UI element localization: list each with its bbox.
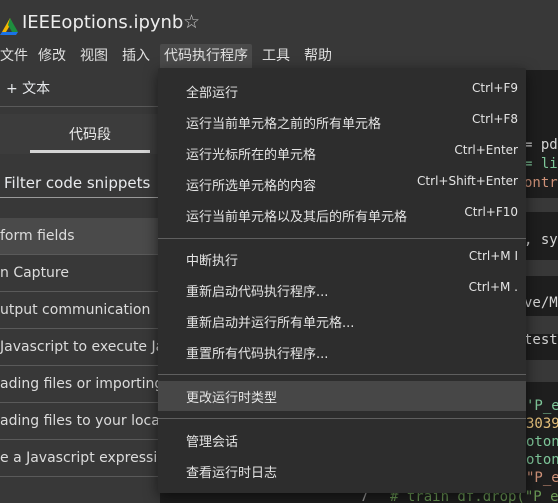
menu-item-restart-run-all[interactable]: 重新启动并运行所有单元格... bbox=[158, 306, 526, 336]
menu-item-label: 管理会话 bbox=[186, 435, 239, 450]
menu-item-run-selection[interactable]: 运行所选单元格的内容 Ctrl+Shift+Enter bbox=[158, 169, 526, 199]
menu-item-label: 运行当前单元格之前的所有单元格 bbox=[186, 117, 382, 132]
colab-logo-icon[interactable] bbox=[0, 14, 20, 36]
code-fragment: 'P_e bbox=[526, 398, 558, 414]
code-fragment: oton bbox=[526, 452, 558, 468]
notebook-title[interactable]: IEEEoptions.ipynb bbox=[22, 12, 183, 33]
tab-underline bbox=[30, 150, 150, 153]
menu-tools[interactable]: 工具 bbox=[258, 44, 294, 70]
snippet-item[interactable]: Javascript to execute Jav bbox=[0, 329, 160, 366]
title-bar: IEEEoptions.ipynb ☆ bbox=[0, 0, 558, 44]
add-text-button[interactable]: + 文本 bbox=[6, 78, 50, 98]
code-fragment: "P_e bbox=[526, 470, 558, 486]
menu-item-change-runtime-type[interactable]: 更改运行时类型 bbox=[158, 381, 526, 411]
snippet-item[interactable]: ading files to your local fil bbox=[0, 403, 160, 440]
code-fragment: = pd bbox=[524, 137, 558, 153]
snippet-item[interactable]: n Capture bbox=[0, 255, 160, 292]
menu-item-label: 重置所有代码执行程序... bbox=[186, 347, 329, 362]
divider bbox=[0, 106, 160, 107]
snippet-item[interactable]: form fields bbox=[0, 218, 160, 255]
menu-item-factory-reset[interactable]: 重置所有代码执行程序... bbox=[158, 337, 526, 367]
menu-item-interrupt[interactable]: 中断执行 Ctrl+M I bbox=[158, 244, 526, 274]
snippet-item[interactable]: e a Javascript expression bbox=[0, 440, 160, 477]
code-fragment: 3039 bbox=[526, 416, 558, 432]
code-fragment: , sy bbox=[524, 232, 558, 248]
menu-item-label: 运行所选单元格的内容 bbox=[186, 179, 317, 194]
menu-edit[interactable]: 修改 bbox=[34, 44, 70, 70]
filter-placeholder: Filter code snippets bbox=[4, 174, 151, 192]
code-fragment: oton bbox=[526, 434, 558, 450]
menu-item-label: 更改运行时类型 bbox=[186, 391, 278, 406]
menu-separator bbox=[158, 238, 526, 239]
menu-item-shortcut: Ctrl+M I bbox=[468, 249, 518, 263]
menu-view[interactable]: 视图 bbox=[76, 44, 112, 70]
menu-separator bbox=[158, 374, 526, 375]
code-fragment: ve/M bbox=[524, 295, 558, 311]
menu-file[interactable]: 文件 bbox=[0, 44, 32, 70]
tab-code-snippets[interactable]: 代码段 bbox=[0, 124, 180, 144]
code-fragment: ontr bbox=[524, 175, 558, 191]
menu-item-restart[interactable]: 重新启动代码执行程序... Ctrl+M . bbox=[158, 275, 526, 305]
menu-item-label: 查看运行时日志 bbox=[186, 466, 278, 481]
snippet-item[interactable]: ading files or importing da bbox=[0, 366, 160, 403]
filter-snippets-input[interactable]: Filter code snippets bbox=[0, 170, 160, 198]
menu-insert[interactable]: 插入 bbox=[118, 44, 154, 70]
menu-item-run-all[interactable]: 全部运行 Ctrl+F9 bbox=[158, 76, 526, 106]
menu-help[interactable]: 帮助 bbox=[300, 44, 336, 70]
snippet-item[interactable]: utput communication bbox=[0, 292, 160, 329]
menu-item-shortcut: Ctrl+M . bbox=[468, 280, 518, 294]
runtime-menu-dropdown: 全部运行 Ctrl+F9 运行当前单元格之前的所有单元格 Ctrl+F8 运行光… bbox=[158, 68, 526, 493]
menu-item-run-focused[interactable]: 运行光标所在的单元格 Ctrl+Enter bbox=[158, 138, 526, 168]
menu-item-label: 重新启动并运行所有单元格... bbox=[186, 316, 355, 331]
code-fragment: = li bbox=[524, 156, 558, 172]
menu-bar: 文件 修改 视图 插入 代码执行程序 工具 帮助 bbox=[0, 44, 558, 70]
menu-item-shortcut: Ctrl+Shift+Enter bbox=[417, 174, 518, 188]
menu-item-label: 重新启动代码执行程序... bbox=[186, 285, 329, 300]
menu-item-run-after[interactable]: 运行当前单元格以及其后的所有单元格 Ctrl+F10 bbox=[158, 200, 526, 230]
code-fragment: test bbox=[524, 332, 558, 348]
menu-item-label: 中断执行 bbox=[186, 254, 239, 269]
menu-item-label: 运行当前单元格以及其后的所有单元格 bbox=[186, 210, 408, 225]
menu-item-shortcut: Ctrl+F8 bbox=[472, 112, 518, 126]
star-icon[interactable]: ☆ bbox=[183, 11, 200, 33]
menu-item-shortcut: Ctrl+Enter bbox=[454, 143, 518, 157]
menu-item-shortcut: Ctrl+F10 bbox=[464, 205, 518, 219]
menu-item-manage-sessions[interactable]: 管理会话 bbox=[158, 425, 526, 455]
menu-separator bbox=[158, 418, 526, 419]
menu-item-run-before[interactable]: 运行当前单元格之前的所有单元格 Ctrl+F8 bbox=[158, 107, 526, 137]
menu-item-shortcut: Ctrl+F9 bbox=[472, 81, 518, 95]
snippets-tab-bar: 代码段 bbox=[0, 114, 160, 154]
snippets-panel: + 文本 代码段 Filter code snippets form field… bbox=[0, 70, 160, 503]
menu-item-label: 全部运行 bbox=[186, 86, 239, 101]
menu-runtime[interactable]: 代码执行程序 bbox=[160, 44, 252, 70]
menu-item-view-runtime-logs[interactable]: 查看运行时日志 bbox=[158, 456, 526, 486]
menu-item-label: 运行光标所在的单元格 bbox=[186, 148, 317, 163]
